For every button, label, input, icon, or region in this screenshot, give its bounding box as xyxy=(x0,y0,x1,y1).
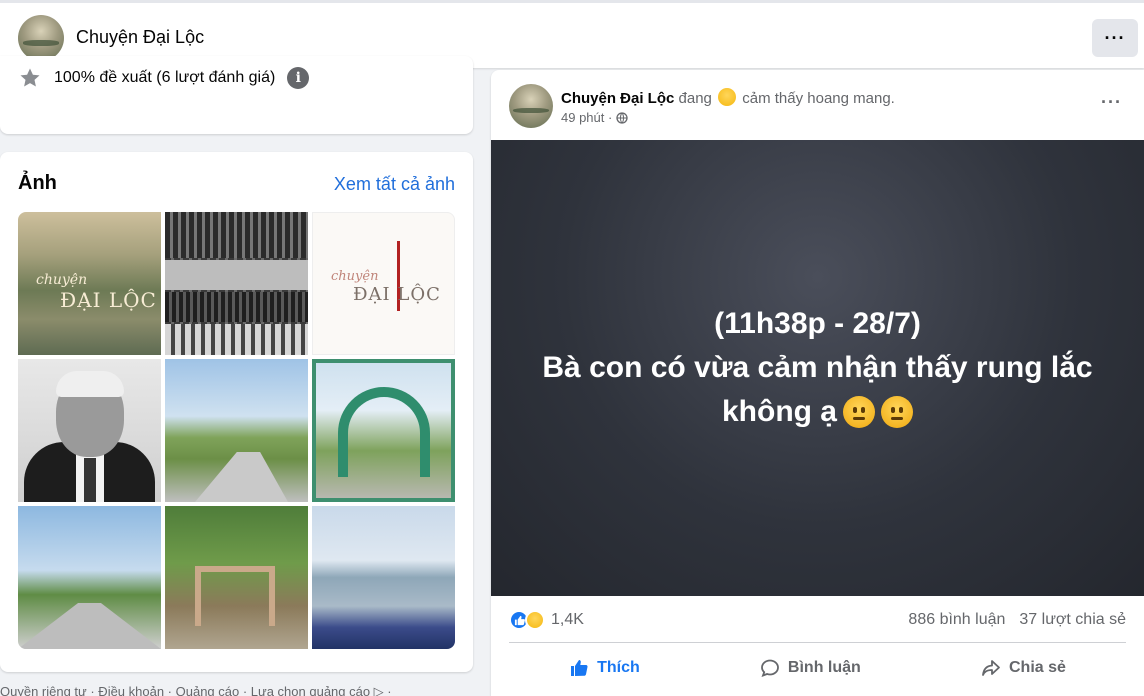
reaction-count: 1,4K xyxy=(551,611,584,628)
rating-card: 100% đề xuất (6 lượt đánh giá) i xyxy=(0,56,473,134)
photo-thumbnail[interactable]: chuyện ĐẠI LỘC xyxy=(312,212,455,355)
confused-face-icon xyxy=(843,396,875,428)
page-avatar[interactable] xyxy=(18,15,64,61)
comment-icon xyxy=(760,658,780,678)
post-stats-right: 886 bình luận 37 lượt chia sẻ xyxy=(908,611,1126,629)
share-label: Chia sẻ xyxy=(1008,659,1066,676)
post-actions: Thích Bình luận Chia sẻ xyxy=(509,648,1126,688)
post-header: Chuyện Đại Lộc đang cảm thấy hoang mang. xyxy=(561,88,895,107)
photo-thumbnail[interactable] xyxy=(312,506,455,649)
watermark-title: ĐẠI LỘC xyxy=(353,284,441,305)
logo-watermark: chuyện ĐẠI LỘC xyxy=(331,269,441,305)
comment-button[interactable]: Bình luận xyxy=(740,652,881,684)
post-image-line-2: Bà con có vừa cảm nhận thấy rung lắc xyxy=(542,351,1093,384)
comment-count[interactable]: 886 bình luận xyxy=(908,611,1005,629)
more-icon: ··· xyxy=(1104,27,1126,48)
post-image-line-3: không ạ xyxy=(722,390,913,434)
footer-links[interactable]: Quyền riêng tư · Điều khoản · Quảng cáo … xyxy=(0,684,392,696)
watermark-script: chuyện xyxy=(331,269,379,284)
post-image-line-3-text: không ạ xyxy=(721,395,837,428)
share-button[interactable]: Chia sẻ xyxy=(961,652,1086,684)
share-icon xyxy=(981,658,1001,678)
info-icon[interactable]: i xyxy=(287,67,310,89)
post-timestamp[interactable]: 49 phút · xyxy=(561,110,628,125)
photo-grid: chuyện ĐẠI LỘC chuyện ĐẠI LỘC xyxy=(18,212,455,650)
feeling-prefix: đang xyxy=(678,90,712,107)
logo-watermark: chuyện ĐẠI LỘC xyxy=(36,272,157,312)
like-button[interactable]: Thích xyxy=(549,652,660,684)
post-card: Chuyện Đại Lộc đang cảm thấy hoang mang.… xyxy=(491,70,1144,696)
feeling-text: cảm thấy hoang mang. xyxy=(742,90,895,107)
post-stats: 1,4K 886 bình luận 37 lượt chia sẻ xyxy=(509,608,1126,632)
post-image[interactable]: (11h38p - 28/7) Bà con có vừa cảm nhận t… xyxy=(491,140,1144,596)
comment-label: Bình luận xyxy=(787,659,861,676)
rating-row: 100% đề xuất (6 lượt đánh giá) i xyxy=(18,66,310,90)
more-options-button[interactable]: ··· xyxy=(1092,19,1138,57)
page-title[interactable]: Chuyện Đại Lộc xyxy=(76,27,204,48)
confused-face-icon xyxy=(718,88,737,106)
divider xyxy=(509,642,1126,643)
photo-thumbnail[interactable] xyxy=(18,506,161,649)
reactions-summary[interactable]: 1,4K xyxy=(509,610,584,630)
share-count[interactable]: 37 lượt chia sẻ xyxy=(1019,611,1126,629)
post-author-avatar[interactable] xyxy=(509,84,553,128)
post-more-button[interactable]: ··· xyxy=(1101,92,1122,113)
like-label: Thích xyxy=(597,659,640,676)
photo-thumbnail[interactable] xyxy=(165,359,308,502)
photo-thumbnail[interactable] xyxy=(312,359,455,502)
photos-card: Ảnh Xem tất cả ảnh chuyện ĐẠI LỘC chuyện… xyxy=(0,152,473,672)
haha-reaction-icon xyxy=(525,610,545,630)
star-icon xyxy=(18,66,42,90)
watermark-script: chuyện xyxy=(36,272,88,288)
photos-title: Ảnh xyxy=(18,172,57,194)
photo-thumbnail[interactable]: chuyện ĐẠI LỘC xyxy=(18,212,161,355)
post-author-name[interactable]: Chuyện Đại Lộc xyxy=(561,90,674,107)
watermark-title: ĐẠI LỘC xyxy=(60,288,157,312)
see-all-photos-link[interactable]: Xem tất cả ảnh xyxy=(334,174,455,195)
photo-thumbnail[interactable] xyxy=(165,212,308,355)
rating-text: 100% đề xuất (6 lượt đánh giá) xyxy=(54,69,276,86)
post-image-line-1: (11h38p - 28/7) xyxy=(714,307,921,340)
thumbs-up-icon xyxy=(569,658,589,678)
globe-icon xyxy=(616,111,628,124)
thinking-face-icon xyxy=(881,396,913,428)
photo-thumbnail[interactable] xyxy=(18,359,161,502)
photo-thumbnail[interactable] xyxy=(165,506,308,649)
post-time-text: 49 phút · xyxy=(561,110,613,125)
